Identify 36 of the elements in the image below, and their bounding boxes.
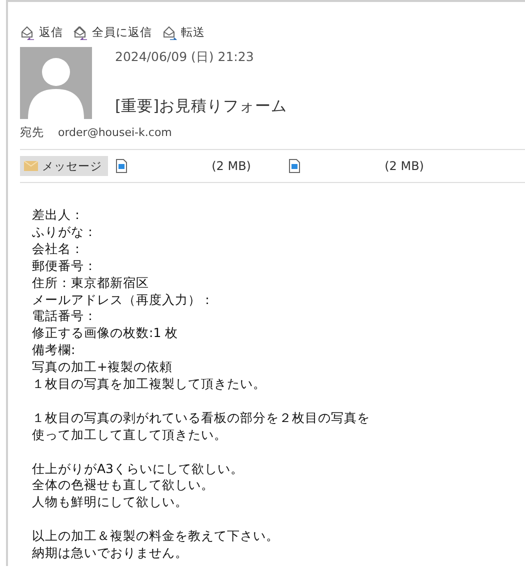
body-text-line: メールアドレス（再度入力）： [32, 292, 215, 308]
reply-all-button[interactable]: 全員に返信 [73, 24, 152, 40]
body-text-line: １枚目の写真の剥がれている看板の部分を２枚目の写真を [32, 410, 371, 427]
image-file-icon [116, 159, 127, 173]
forward-icon [162, 24, 178, 40]
body-text-line: 人物も鮮明にして欲しい。 [32, 494, 189, 512]
envelope-icon [24, 161, 38, 171]
file-size: (2 MB) [384, 159, 424, 173]
file-size: (2 MB) [212, 159, 251, 173]
body-text-line: 使って加工して直して頂きたい。 [32, 426, 228, 444]
attachment-item[interactable]: (2 MB) [281, 159, 454, 173]
message-subject: [重要]お見積りフォーム [115, 96, 288, 117]
message-date: 2024/06/09 (日) 21:23 [115, 49, 255, 66]
body-text-line: １枚目の写真を加工複製して頂きたい。 [32, 376, 267, 393]
body-text-line: 以上の加工＆複製の料金を教えて下さい。 [32, 528, 280, 546]
reply-button[interactable]: 返信 [20, 24, 63, 40]
body-text-line: 備考欄: [32, 342, 76, 360]
body-text-line: 住所：東京都新宿区 [32, 274, 150, 292]
reply-all-icon [73, 24, 89, 40]
image-file-icon [289, 159, 300, 173]
body-text-line: 納期は急いでおりません。 [32, 545, 189, 562]
body-text-line: 郵便番号： [32, 258, 98, 275]
forward-button[interactable]: 転送 [162, 24, 205, 40]
attachment-item[interactable]: (2 MB) [108, 159, 281, 173]
recipient-address: order@housei-k.com [58, 126, 172, 139]
body-text-line: 差出人： [32, 207, 85, 224]
reply-icon [20, 24, 36, 40]
body-text-line: 会社名： [32, 240, 85, 258]
body-text-line: 全体の色褪せも直して欲しい。 [32, 477, 215, 494]
body-text-line: 仕上がりがA3くらいにして欲しい。 [32, 460, 245, 478]
recipient-label: 宛先 [20, 125, 44, 140]
body-text-line: ふりがな： [32, 224, 98, 241]
message-tab[interactable]: メッセージ [20, 156, 108, 176]
body-text-line: 修正する画像の枚数:1 枚 [32, 325, 180, 342]
body-text-line: 写真の加工+複製の依頼 [32, 359, 174, 376]
body-text-line: 電話番号： [32, 308, 98, 326]
